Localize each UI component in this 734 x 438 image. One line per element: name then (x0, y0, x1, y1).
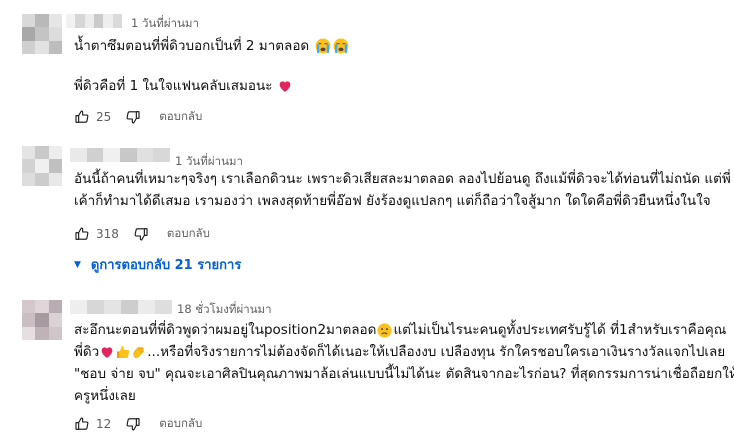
comment-actions: 318 ตอบกลับ (74, 224, 210, 244)
comment-1: 1 วันที่ผ่านมา น้ำตาซึมตอนที่พี่ดิวบอกเป… (0, 0, 734, 140)
comment-text-line: พี่ดิว ...หรือที่จริงรายการไม่ต้องจัดก็ได… (74, 344, 726, 360)
comment-actions: 12 ตอบกลับ (74, 414, 202, 434)
comment-text-line: อันนี้ถ้าคนที่เหมาะๆจริงๆ เราเลือกดิวนะ … (74, 171, 731, 187)
author-name-blurred[interactable] (70, 148, 170, 162)
red-heart-emoji (277, 78, 293, 94)
reply-button[interactable]: ตอบกลับ (159, 108, 202, 126)
comment-text-line: น้ำตาซึมตอนที่พี่ดิวบอกเป็นที่ 2 มาตลอด (74, 35, 350, 57)
comment-text-line: พี่ดิวคือที่ 1 ในใจแฟนคลับเสมอนะ (74, 75, 293, 97)
thumbs-down-icon[interactable] (133, 226, 149, 242)
view-replies-label: ดูการตอบกลับ 21 รายการ (90, 258, 242, 273)
author-name-blurred[interactable] (66, 14, 122, 28)
comment-3: 18 ชั่วโมงที่ผ่านมา สะอึกนะตอนที่พี่ดิวพ… (0, 280, 734, 438)
avatar[interactable] (22, 14, 62, 54)
comment-timestamp[interactable]: 1 วันที่ผ่านมา (131, 15, 199, 33)
comment-2: 1 วันที่ผ่านมา อันนี้ถ้าคนที่เหมาะๆจริงๆ… (0, 140, 734, 280)
thumbs-down-icon[interactable] (125, 416, 141, 432)
thumbs-up-icon[interactable] (74, 416, 90, 432)
comment-text-line: "ชอบ จ่าย จบ" คุณจะเอาศิลปินคุณภาพมาล้อเ… (74, 366, 734, 382)
caret-down-icon: ▼ (74, 259, 81, 270)
like-count: 25 (96, 110, 112, 124)
crying-face-emoji (314, 37, 332, 55)
comment-text-line: ครูหนึ่งเลย (74, 388, 136, 404)
crying-face-emoji (332, 37, 350, 55)
comment-text-line: เค้าก็ทำมาได้ดีเสมอ เรามองว่า เพลงสุดท้า… (74, 193, 711, 209)
avatar[interactable] (22, 300, 62, 340)
thumbs-down-icon[interactable] (125, 109, 141, 125)
like-count: 12 (96, 417, 112, 431)
red-heart-emoji (99, 344, 115, 360)
comment-text-line: สะอึกนะตอนที่พี่ดิวพูดว่าผมอยู่ในpositio… (74, 322, 727, 339)
confused-face-emoji (376, 322, 393, 339)
avatar[interactable] (22, 146, 62, 186)
view-replies-button[interactable]: ▼ ดูการตอบกลับ 21 รายการ (74, 254, 241, 275)
thumbs-up-icon[interactable] (74, 226, 90, 242)
comment-actions: 25 ตอบกลับ (74, 107, 202, 127)
clapping-hands-emoji (131, 344, 147, 360)
author-name-blurred[interactable] (70, 300, 172, 314)
like-count: 318 (96, 227, 119, 241)
reply-button[interactable]: ตอบกลับ (159, 415, 202, 433)
comment-timestamp[interactable]: 18 ชั่วโมงที่ผ่านมา (177, 301, 272, 319)
thumbs-up-emoji (115, 344, 131, 360)
thumbs-up-icon[interactable] (74, 109, 90, 125)
reply-button[interactable]: ตอบกลับ (167, 225, 210, 243)
